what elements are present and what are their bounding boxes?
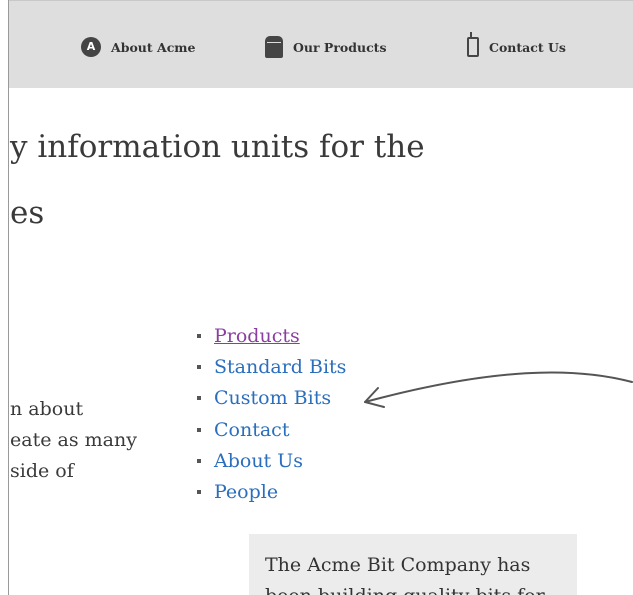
bullet-icon (197, 458, 201, 463)
bullet-icon (197, 396, 201, 401)
sidebox-text-line-2: been building quality bits for (265, 581, 561, 595)
menu-item-standard-bits: Standard Bits (197, 351, 346, 382)
sidebar-callout-box: The Acme Bit Company has been building q… (249, 534, 577, 595)
menu-link-standard-bits[interactable]: Standard Bits (214, 356, 346, 378)
nav-contact-us[interactable]: Contact Us (467, 32, 566, 57)
bullet-icon (197, 427, 201, 432)
page-left-border (8, 0, 9, 595)
nav-about-acme[interactable]: About Acme (81, 37, 195, 57)
menu-item-people: People (197, 476, 346, 507)
body-text-line-1: n about (10, 398, 84, 420)
body-text-line-2: eate as many (10, 429, 137, 451)
sidebox-text-line-1: The Acme Bit Company has (265, 554, 531, 576)
nav-our-products[interactable]: Our Products (265, 36, 387, 58)
menu-item-about-us: About Us (197, 445, 346, 476)
menu-link-about-us[interactable]: About Us (214, 450, 303, 472)
menu-link-products[interactable]: Products (214, 325, 300, 347)
body-text-line-3: side of (10, 460, 74, 482)
page-headline-line-2: es (10, 195, 45, 231)
phone-icon (467, 32, 479, 57)
box-icon (265, 36, 283, 58)
menu-item-products: Products (197, 320, 346, 351)
menu-link-contact[interactable]: Contact (214, 419, 289, 441)
page-headline-line-1: y information units for the (10, 129, 425, 165)
circle-a-icon (81, 37, 101, 57)
top-navigation: About Acme Our Products Contact Us (9, 0, 633, 88)
menu-link-custom-bits[interactable]: Custom Bits (214, 387, 331, 409)
site-menu-list: Products Standard Bits Custom Bits Conta… (197, 320, 346, 508)
page-frame: About Acme Our Products Contact Us y inf… (0, 0, 633, 595)
nav-products-label: Our Products (293, 39, 387, 55)
nav-contact-label: Contact Us (489, 39, 566, 55)
bullet-icon (197, 490, 201, 495)
menu-link-people[interactable]: People (214, 481, 278, 503)
nav-about-label: About Acme (111, 39, 196, 55)
bullet-icon (197, 333, 201, 338)
menu-item-custom-bits: Custom Bits (197, 383, 346, 414)
menu-item-contact: Contact (197, 414, 346, 445)
bullet-icon (197, 364, 201, 369)
annotation-arrow-icon (364, 371, 633, 408)
